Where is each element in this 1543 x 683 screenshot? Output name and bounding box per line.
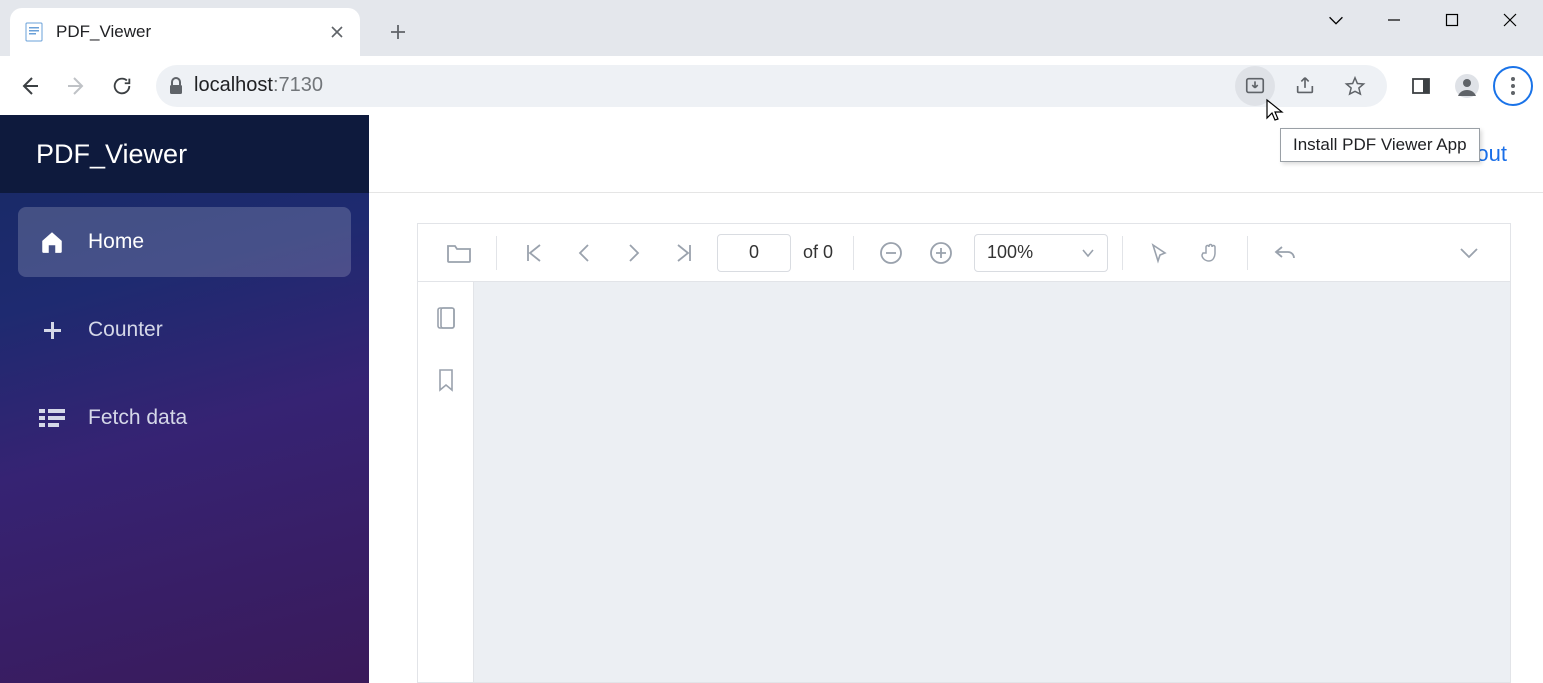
address-bar: localhost:7130	[0, 56, 1543, 115]
main-content: About	[369, 115, 1543, 683]
zoom-value: 100%	[987, 242, 1033, 263]
separator	[853, 236, 854, 270]
pdf-viewer: of 0 100%	[417, 223, 1511, 683]
install-tooltip: Install PDF Viewer App	[1280, 128, 1480, 162]
viewer-body	[418, 282, 1510, 682]
browser-tab[interactable]: PDF_Viewer	[10, 8, 360, 56]
url-host: localhost	[194, 74, 273, 96]
next-page-button[interactable]	[611, 233, 657, 273]
separator	[496, 236, 497, 270]
chevron-down-icon	[1081, 246, 1095, 260]
tab-close-icon[interactable]	[328, 23, 346, 41]
sidebar-nav: Home Counter Fetch data	[0, 193, 369, 467]
more-options-button[interactable]	[1446, 233, 1492, 273]
thumbnails-button[interactable]	[430, 302, 462, 334]
sidebar-header: PDF_Viewer	[0, 115, 369, 193]
browser-chrome: PDF_Viewer local	[0, 0, 1543, 115]
plus-icon	[38, 316, 66, 344]
viewer-toolbar: of 0 100%	[418, 224, 1510, 282]
last-page-button[interactable]	[661, 233, 707, 273]
titlebar: PDF_Viewer	[0, 0, 1543, 56]
zoom-select[interactable]: 100%	[974, 234, 1108, 272]
sidebar-item-fetch-data[interactable]: Fetch data	[18, 383, 351, 453]
reload-button[interactable]	[102, 66, 142, 106]
sidebar-item-home[interactable]: Home	[18, 207, 351, 277]
forward-button[interactable]	[56, 66, 96, 106]
separator	[1122, 236, 1123, 270]
zoom-in-button[interactable]	[918, 233, 964, 273]
open-file-button[interactable]	[436, 233, 482, 273]
window-controls	[1307, 0, 1543, 40]
pdf-viewer-container: of 0 100%	[369, 193, 1543, 683]
bookmarks-button[interactable]	[430, 364, 462, 396]
back-button[interactable]	[10, 66, 50, 106]
minimize-button[interactable]	[1365, 0, 1423, 40]
page-number-input[interactable]	[717, 234, 791, 272]
zoom-out-button[interactable]	[868, 233, 914, 273]
text-select-button[interactable]	[1137, 233, 1183, 273]
app-root: PDF_Viewer Home Counter Fetch data	[0, 115, 1543, 683]
undo-button[interactable]	[1262, 233, 1308, 273]
separator	[1247, 236, 1248, 270]
lock-icon	[168, 77, 184, 95]
url-text: localhost:7130	[194, 74, 1225, 97]
first-page-button[interactable]	[511, 233, 557, 273]
sidebar-item-label: Fetch data	[88, 406, 187, 430]
brand-title: PDF_Viewer	[36, 139, 187, 170]
sidebar: PDF_Viewer Home Counter Fetch data	[0, 115, 369, 683]
pan-button[interactable]	[1187, 233, 1233, 273]
url-port: :7130	[273, 74, 323, 96]
sidebar-item-counter[interactable]: Counter	[18, 295, 351, 365]
sidebar-item-label: Counter	[88, 318, 163, 342]
profile-button[interactable]	[1447, 66, 1487, 106]
tab-title: PDF_Viewer	[56, 22, 316, 42]
tab-favicon	[24, 22, 44, 42]
browser-menu-button[interactable]	[1493, 66, 1533, 106]
prev-page-button[interactable]	[561, 233, 607, 273]
tabs-dropdown-icon[interactable]	[1307, 0, 1365, 40]
side-panel-button[interactable]	[1401, 66, 1441, 106]
viewer-sidebar	[418, 282, 474, 682]
home-icon	[38, 228, 66, 256]
page-total-label: of 0	[803, 242, 833, 263]
mouse-cursor-icon	[1265, 98, 1285, 122]
omnibox[interactable]: localhost:7130	[156, 65, 1387, 107]
share-button[interactable]	[1285, 66, 1325, 106]
maximize-button[interactable]	[1423, 0, 1481, 40]
bookmark-button[interactable]	[1335, 66, 1375, 106]
list-icon	[38, 404, 66, 432]
close-window-button[interactable]	[1481, 0, 1539, 40]
sidebar-item-label: Home	[88, 230, 144, 254]
new-tab-button[interactable]	[378, 12, 418, 52]
viewer-canvas[interactable]	[474, 282, 1510, 682]
